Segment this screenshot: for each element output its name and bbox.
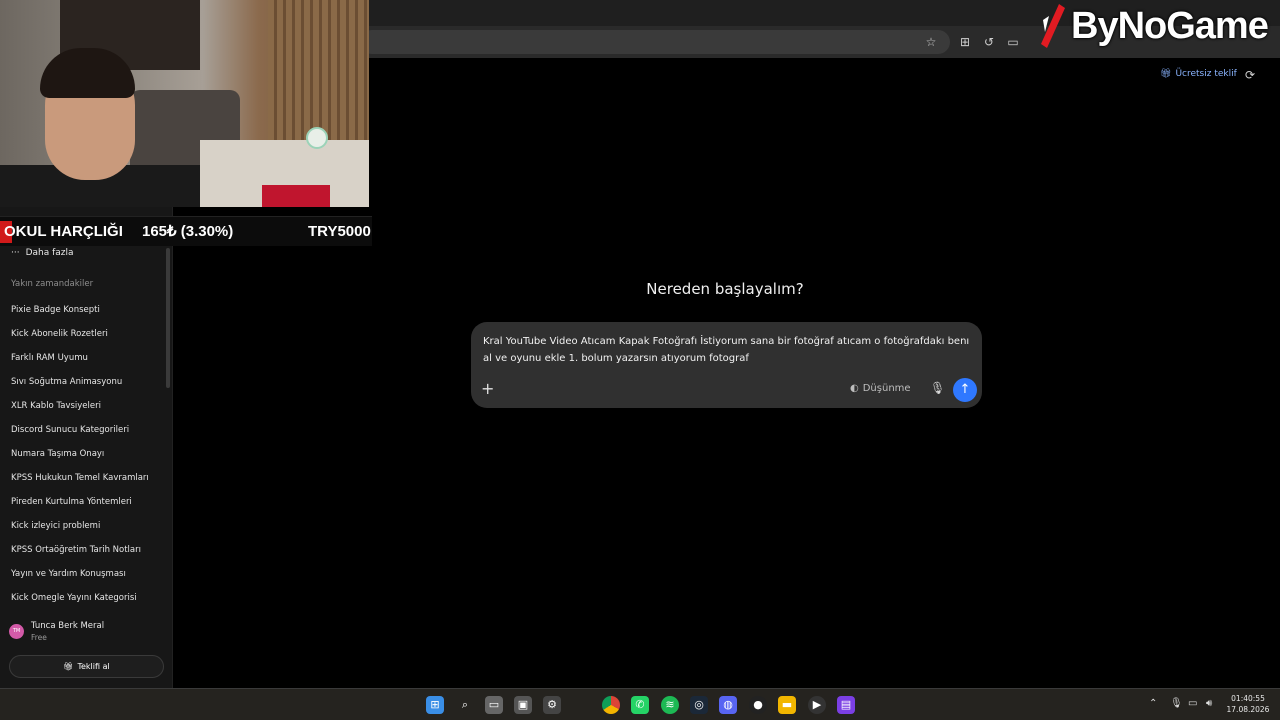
donation-progress: 165₺ (3.30%) xyxy=(142,223,234,240)
temporary-chat-icon[interactable]: ⟳ xyxy=(1245,68,1255,82)
list-item[interactable]: Kick Omegle Yayını Kategorisi xyxy=(0,586,166,610)
more-label: Daha fazla xyxy=(25,248,74,258)
whatsapp-icon[interactable]: ✆ xyxy=(631,696,649,714)
media-player-icon[interactable]: ▶ xyxy=(808,696,826,714)
list-item[interactable]: Pixie Badge Konsepti xyxy=(0,298,166,322)
watermark-text: ByNoGame xyxy=(1071,4,1269,47)
chrome-icon[interactable] xyxy=(602,696,620,714)
windows-start-icon[interactable]: ⊞ xyxy=(426,696,444,714)
think-label: Düşünme xyxy=(862,383,911,394)
list-item[interactable]: Kick izleyici problemi xyxy=(0,514,166,538)
spotify-icon[interactable]: ≋ xyxy=(661,696,679,714)
user-plan: Free xyxy=(31,633,47,642)
more-button[interactable]: ··· Daha fazla xyxy=(11,248,74,258)
webcam-overlay xyxy=(0,0,369,207)
clock-date: 17.08.2026 xyxy=(1226,705,1270,714)
bynogame-logo-icon xyxy=(1041,4,1065,48)
list-item[interactable]: Yayın ve Yardım Konuşması xyxy=(0,562,166,586)
address-bar[interactable] xyxy=(360,30,950,54)
avatar: TM xyxy=(9,624,24,639)
network-icon[interactable]: ▭ xyxy=(1188,698,1197,709)
list-item[interactable]: KPSS Ortaöğretim Tarih Notları xyxy=(0,538,166,562)
tray-overflow-icon[interactable]: ⌃ xyxy=(1149,698,1157,709)
list-item[interactable]: XLR Kablo Tavsiyeleri xyxy=(0,394,166,418)
list-item[interactable]: Sıvı Soğutma Animasyonu xyxy=(0,370,166,394)
list-item[interactable]: Pireden Kurtulma Yöntemleri xyxy=(0,490,166,514)
brain-icon: ◐ xyxy=(850,383,859,394)
sidebar-scrollbar[interactable] xyxy=(166,248,170,388)
windows-taskbar: ⊞ ⌕ ▭ ▣ ⚙ ✆ ≋ ◎ ◍ ● ▬ ▶ ▤ ⌃ 🎙︎ ▭ 🔊︎ 01:4… xyxy=(0,688,1280,720)
donation-goal-bar: OKUL HARÇLIĞI 165₺ (3.30%) TRY5000 xyxy=(0,216,372,246)
page-title: Nereden başlayalım? xyxy=(646,280,804,298)
list-item[interactable]: Farklı RAM Uyumu xyxy=(0,346,166,370)
search-icon[interactable]: ⌕ xyxy=(456,696,474,714)
prompt-composer[interactable]: Kral YouTube Video Atıcam Kapak Fotoğraf… xyxy=(471,322,982,408)
screen: ☆ ⊞ ↺ ▭ ··· Daha fazla Yakın zamandakile… xyxy=(0,0,1280,720)
recent-section-title: Yakın zamandakiler xyxy=(11,279,94,289)
steam-icon[interactable]: ◎ xyxy=(690,696,708,714)
tray-mic-icon[interactable]: 🎙︎ xyxy=(1170,698,1183,709)
store-icon[interactable]: ▣ xyxy=(514,696,532,714)
bookmark-star-icon[interactable]: ☆ xyxy=(922,33,940,51)
think-toggle[interactable]: ◐ Düşünme xyxy=(850,383,911,394)
gift-icon: 🎁︎ xyxy=(1160,69,1172,79)
extension-icon[interactable]: ⊞ xyxy=(956,33,974,51)
obs-icon[interactable]: ● xyxy=(749,696,767,714)
microphone-icon[interactable]: 🎙︎ xyxy=(930,381,945,395)
user-name: Tunca Berk Meral xyxy=(31,621,105,631)
donation-title: OKUL HARÇLIĞI xyxy=(4,223,123,240)
send-button[interactable]: ↑ xyxy=(953,378,977,402)
donation-goal: TRY5000 xyxy=(308,223,371,240)
discord-icon[interactable]: ◍ xyxy=(719,696,737,714)
system-clock[interactable]: 01:40:55 17.08.2026 xyxy=(1222,693,1274,715)
file-explorer-icon[interactable]: ▬ xyxy=(778,696,796,714)
volume-icon[interactable]: 🔊︎ xyxy=(1206,698,1212,709)
list-item[interactable]: Numara Taşıma Onayı xyxy=(0,442,166,466)
clipchamp-icon[interactable]: ▤ xyxy=(837,696,855,714)
desk-mat xyxy=(262,185,330,207)
get-offer-label: Teklifi al xyxy=(77,662,110,671)
free-offer-label: Ücretsiz teklif xyxy=(1175,69,1237,79)
get-offer-button[interactable]: 🎁︎ Teklifi al xyxy=(9,655,164,678)
settings-icon[interactable]: ⚙ xyxy=(543,696,561,714)
clock-time: 01:40:55 xyxy=(1231,694,1265,703)
desk-fan xyxy=(306,127,328,149)
ellipsis-icon: ··· xyxy=(11,248,20,258)
recent-chats-list: Pixie Badge Konsepti Kick Abonelik Rozet… xyxy=(0,298,166,610)
watermark-logo: ByNoGame xyxy=(1035,2,1269,50)
user-profile[interactable]: TM Tunca Berk Meral Free xyxy=(9,621,104,642)
list-item[interactable]: Kick Abonelik Rozetleri xyxy=(0,322,166,346)
history-icon[interactable]: ↺ xyxy=(980,33,998,51)
list-item[interactable]: Discord Sunucu Kategorileri xyxy=(0,418,166,442)
list-item[interactable]: KPSS Hukukun Temel Kavramları xyxy=(0,466,166,490)
trash-icon[interactable]: ▭ xyxy=(1004,33,1022,51)
gift-icon: 🎁︎ xyxy=(63,662,74,671)
task-view-icon[interactable]: ▭ xyxy=(485,696,503,714)
add-attachment-icon[interactable]: + xyxy=(481,379,494,398)
free-offer-link[interactable]: 🎁︎ Ücretsiz teklif xyxy=(1160,69,1237,79)
prompt-input[interactable]: Kral YouTube Video Atıcam Kapak Fotoğraf… xyxy=(483,333,973,367)
